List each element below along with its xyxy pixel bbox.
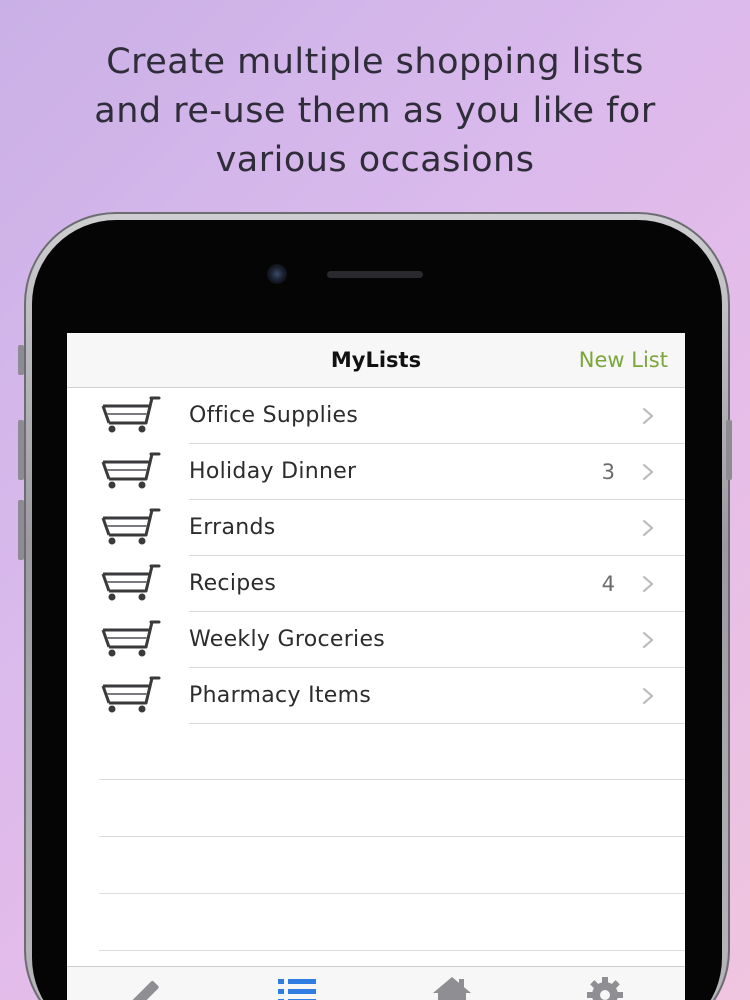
- chevron-right-icon: [643, 632, 653, 648]
- phone-side-button: [18, 345, 24, 375]
- tab-edit[interactable]: [123, 975, 169, 1000]
- list-item-4[interactable]: Weekly Groceries: [67, 612, 685, 668]
- list-item-name: Errands: [189, 515, 276, 540]
- phone-volume-up-button: [18, 420, 24, 480]
- list-item-2[interactable]: Errands: [67, 500, 685, 556]
- new-list-button[interactable]: New List: [579, 333, 668, 387]
- list-item-count: 4: [601, 572, 615, 596]
- shopping-cart-icon: [101, 564, 161, 601]
- promo-line-3: various occasions: [215, 140, 535, 180]
- chevron-right-icon: [643, 464, 653, 480]
- shopping-cart-icon: [101, 676, 161, 713]
- list-item-count: 3: [601, 460, 615, 484]
- earpiece-speaker: [327, 271, 423, 278]
- chevron-right-icon: [643, 688, 653, 704]
- list-item-5[interactable]: Pharmacy Items: [67, 668, 685, 724]
- list-item-name: Recipes: [189, 571, 277, 596]
- gear-icon: [587, 977, 623, 1000]
- home-icon: [433, 977, 471, 1000]
- empty-row: [99, 723, 685, 780]
- chevron-right-icon: [643, 408, 653, 424]
- chevron-right-icon: [643, 520, 653, 536]
- shopping-cart-icon: [101, 452, 161, 489]
- phone-power-button: [726, 420, 732, 480]
- promo-line-2: and re-use them as you like for: [94, 91, 656, 131]
- list-item-0[interactable]: Office Supplies: [67, 388, 685, 444]
- navigation-bar: MyLists New List: [67, 333, 685, 388]
- empty-table-rows: [99, 723, 685, 951]
- tab-lists[interactable]: [276, 975, 322, 1000]
- shopping-cart-icon: [101, 396, 161, 433]
- list-item-3[interactable]: Recipes 4: [67, 556, 685, 612]
- list-item-name: Holiday Dinner: [189, 459, 357, 484]
- list-icon: [278, 979, 316, 1000]
- chevron-right-icon: [643, 576, 653, 592]
- list-item-1[interactable]: Holiday Dinner 3: [67, 444, 685, 500]
- tab-bar: [67, 966, 685, 1000]
- shopping-cart-icon: [101, 508, 161, 545]
- tab-home[interactable]: [429, 975, 475, 1000]
- front-camera: [267, 264, 287, 284]
- promo-line-1: Create multiple shopping lists: [106, 42, 644, 82]
- promo-headline: Create multiple shopping lists and re-us…: [0, 38, 750, 185]
- empty-row: [99, 837, 685, 894]
- list-item-name: Office Supplies: [189, 403, 359, 428]
- shopping-cart-icon: [101, 620, 161, 657]
- list-item-name: Weekly Groceries: [189, 627, 386, 652]
- tab-settings[interactable]: [582, 975, 628, 1000]
- shopping-lists: Office Supplies Holiday Dinner 3 Errands…: [67, 388, 685, 724]
- list-item-name: Pharmacy Items: [189, 683, 372, 708]
- pencil-icon: [131, 980, 159, 1000]
- app-screen: MyLists New List Office Supplies Holiday…: [67, 333, 685, 1000]
- phone-volume-down-button: [18, 500, 24, 560]
- empty-row: [99, 894, 685, 951]
- empty-row: [99, 780, 685, 837]
